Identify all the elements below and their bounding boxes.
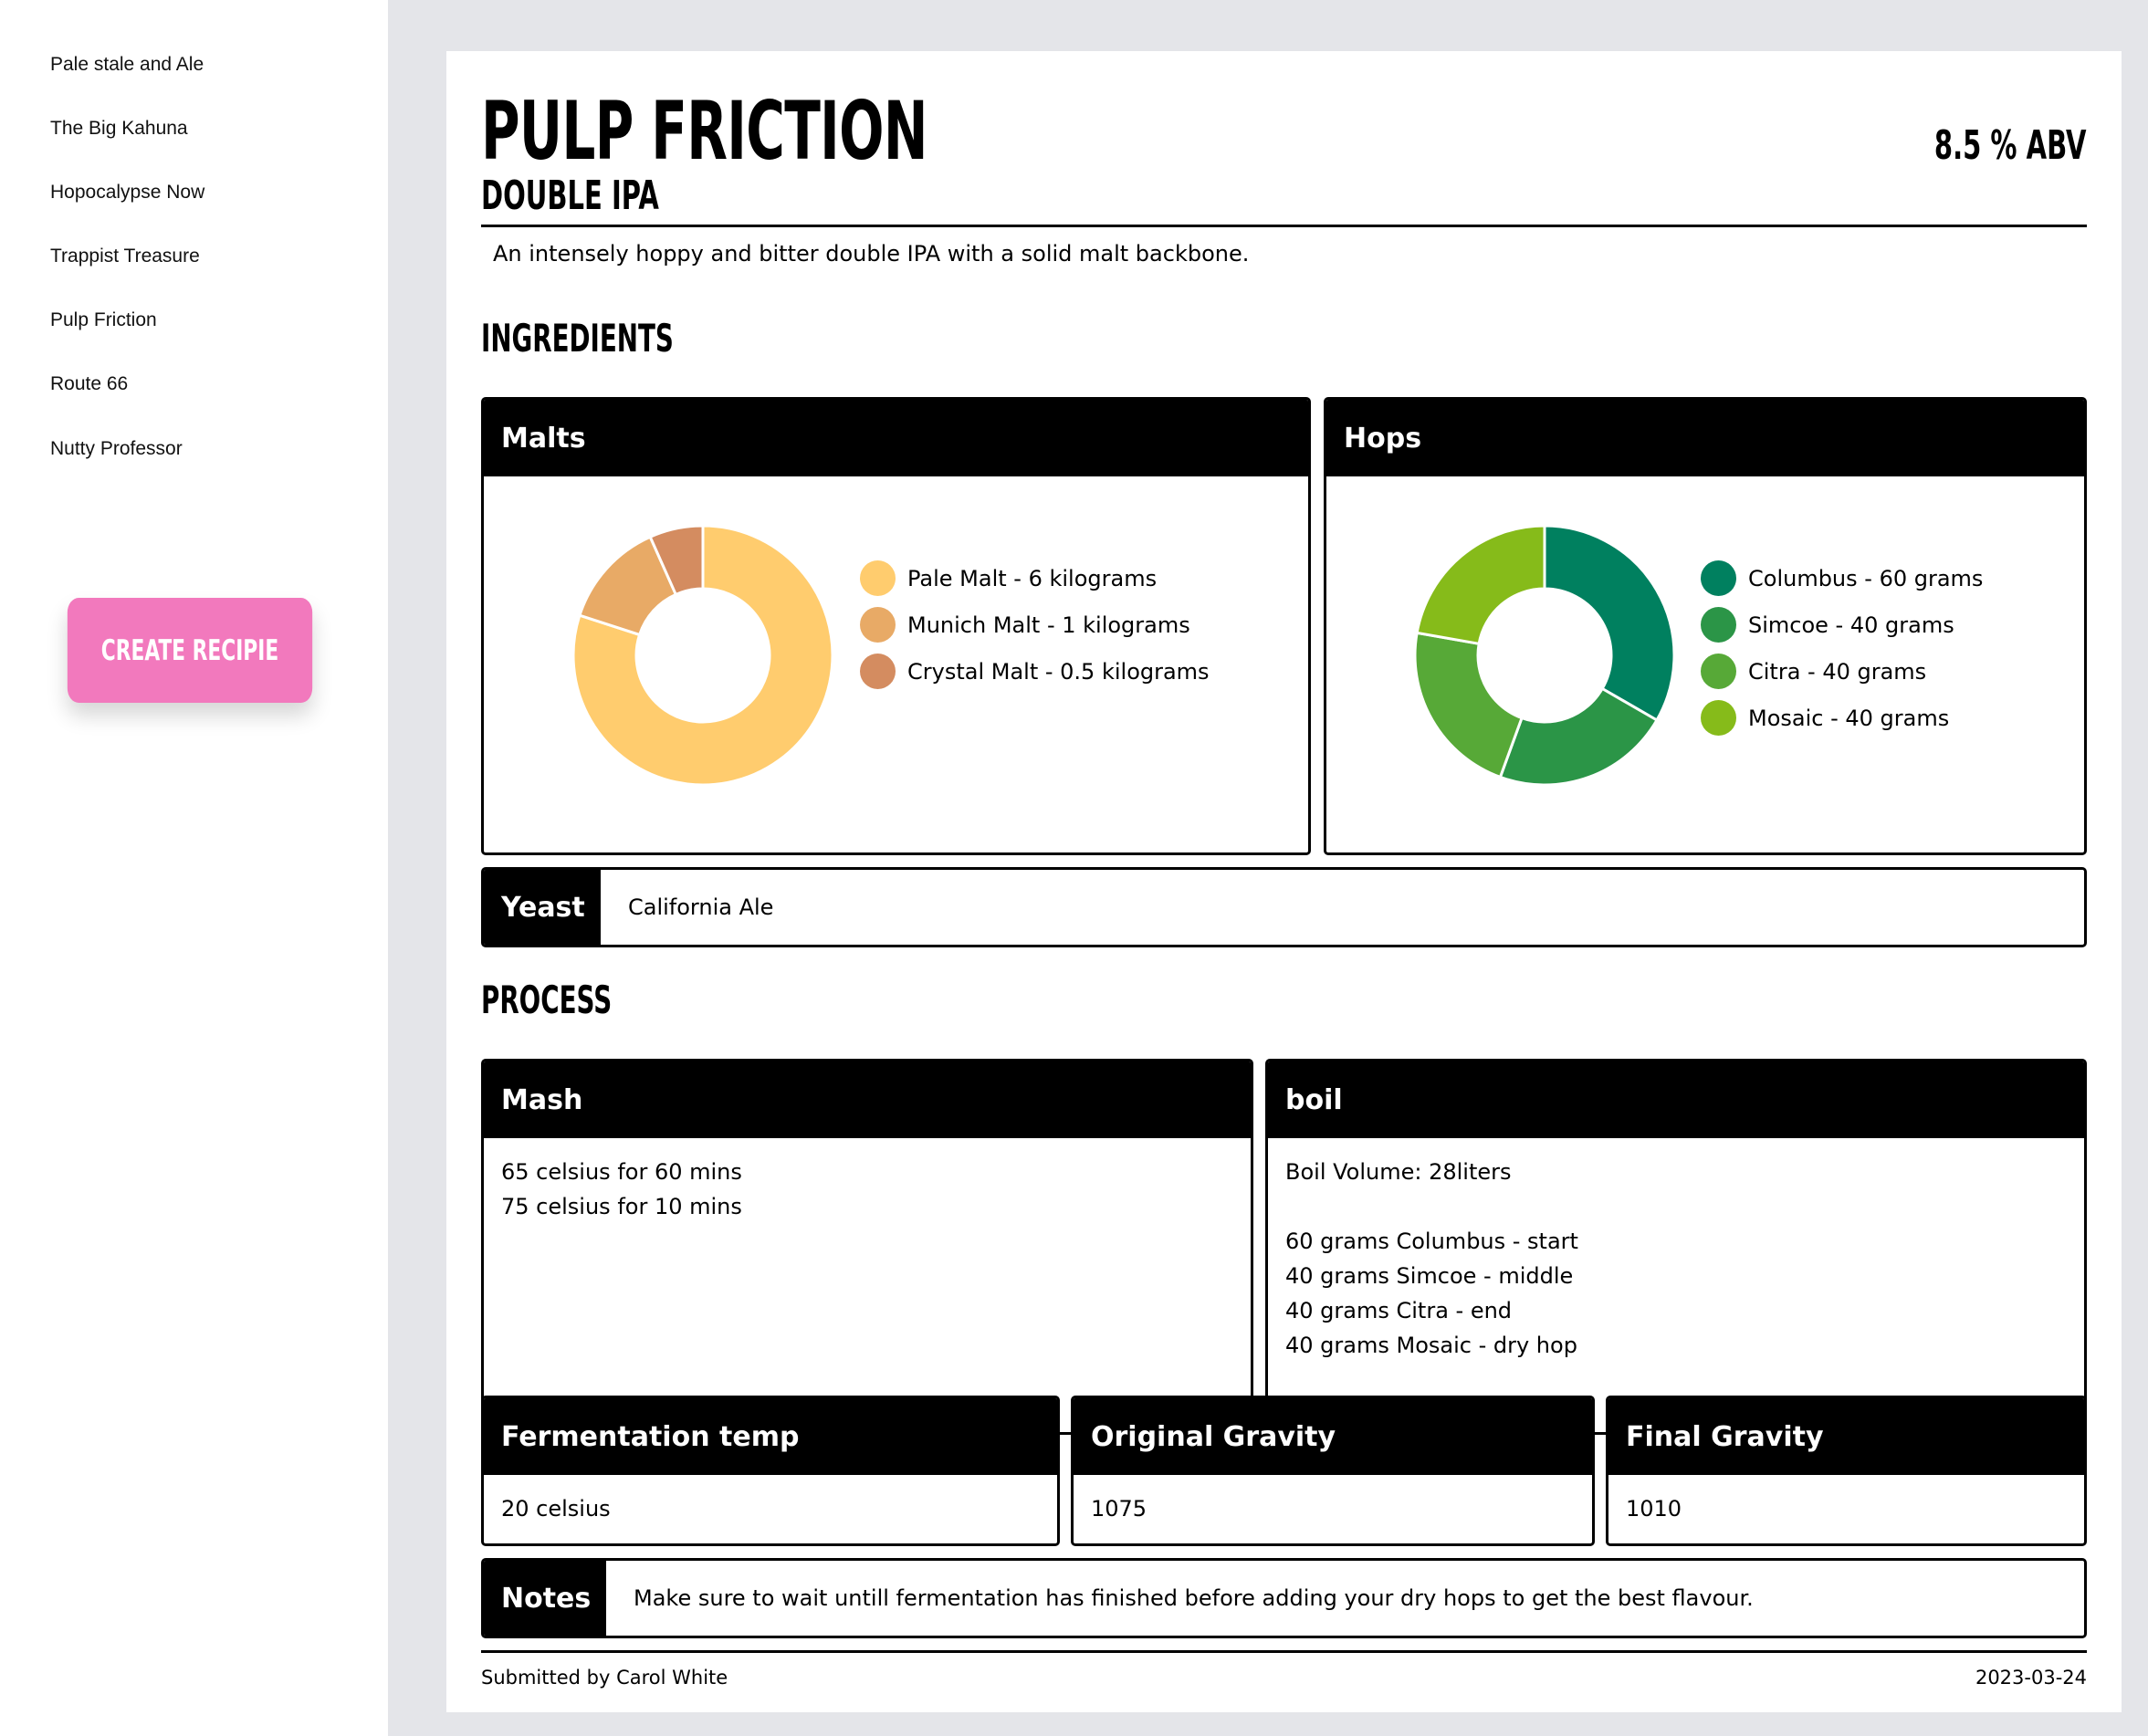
yeast-label: Yeast — [484, 870, 601, 945]
footer-divider — [481, 1650, 2087, 1653]
sidebar: Pale stale and Ale The Big Kahuna Hopoca… — [0, 0, 388, 1736]
legend-label: Munich Malt - 1 kilograms — [907, 612, 1190, 638]
legend-label: Pale Malt - 6 kilograms — [907, 565, 1158, 591]
yeast-value: California Ale — [628, 894, 774, 920]
sidebar-item-pulp-friction[interactable]: Pulp Friction — [50, 309, 157, 331]
mash-step: 75 celsius for 10 mins — [501, 1194, 742, 1219]
boil-panel: boil Boil Volume: 28liters 60 grams Colu… — [1265, 1059, 2087, 1435]
legend-label: Columbus - 60 grams — [1748, 565, 1984, 591]
boil-panel-title: boil — [1268, 1061, 2084, 1138]
legend-swatch — [860, 560, 896, 596]
sidebar-item-pale-stale-and-ale[interactable]: Pale stale and Ale — [50, 54, 204, 76]
mash-panel-title: Mash — [484, 1061, 1251, 1138]
process-heading: PROCESS — [481, 978, 613, 1022]
beer-style: DOUBLE IPA — [481, 173, 659, 219]
malts-panel: Malts Pale Malt - 6 kilograms Munich Mal… — [481, 397, 1311, 855]
notes-panel: Notes Make sure to wait untill fermentat… — [481, 1558, 2087, 1638]
hops-panel: Hops Columbus - 60 grams Simcoe - 40 gra… — [1324, 397, 2087, 855]
fermentation-panel: Fermentation temp 20 celsius — [481, 1396, 1060, 1546]
original-gravity-panel: Original Gravity 1075 — [1071, 1396, 1595, 1546]
submitted-by: Submitted by Carol White — [481, 1667, 728, 1689]
legend-label: Citra - 40 grams — [1748, 658, 1927, 685]
mash-step: 65 celsius for 60 mins — [501, 1159, 742, 1185]
recipe-title: PULP FRICTION — [481, 84, 927, 178]
boil-addition: 40 grams Simcoe - middle — [1285, 1263, 1574, 1289]
legend-swatch — [860, 654, 896, 689]
legend-swatch — [1701, 700, 1736, 736]
hops-slice-3 — [1415, 524, 1546, 646]
mash-panel: Mash 65 celsius for 60 mins 75 celsius f… — [481, 1059, 1253, 1435]
create-recipe-button-label: CREATE RECIPIE — [100, 633, 279, 667]
fermentation-value: 20 celsius — [501, 1496, 611, 1522]
notes-value: Make sure to wait untill fermentation ha… — [634, 1585, 1754, 1611]
legend-swatch — [1701, 560, 1736, 596]
sidebar-item-the-big-kahuna[interactable]: The Big Kahuna — [50, 118, 188, 140]
original-gravity-value: 1075 — [1091, 1496, 1147, 1522]
create-recipe-button[interactable]: CREATE RECIPIE — [67, 598, 313, 703]
fermentation-panel-title: Fermentation temp — [484, 1398, 1057, 1475]
legend-swatch — [1701, 607, 1736, 643]
original-gravity-title: Original Gravity — [1074, 1398, 1592, 1475]
final-gravity-value: 1010 — [1626, 1496, 1682, 1522]
hops-slice-0 — [1543, 524, 1676, 723]
hops-panel-title: Hops — [1326, 400, 2084, 476]
sidebar-item-trappist-treasure[interactable]: Trappist Treasure — [50, 246, 200, 267]
recipe-description: An intensely hoppy and bitter double IPA… — [493, 241, 1250, 267]
final-gravity-panel: Final Gravity 1010 — [1606, 1396, 2087, 1546]
submitted-date: 2023-03-24 — [1975, 1667, 2087, 1689]
boil-addition: 40 grams Citra - end — [1285, 1298, 1513, 1323]
legend-swatch — [1701, 654, 1736, 689]
legend-label: Crystal Malt - 0.5 kilograms — [907, 658, 1210, 685]
recipe-card: PULP FRICTION 8.5 % ABV DOUBLE IPA An in… — [446, 51, 2122, 1712]
yeast-panel: Yeast California Ale — [481, 867, 2087, 947]
legend-swatch — [860, 607, 896, 643]
legend-item-citra: Citra - 40 grams — [1701, 654, 1926, 689]
sidebar-item-hopocalypse-now[interactable]: Hopocalypse Now — [50, 182, 204, 204]
legend-label: Mosaic - 40 grams — [1748, 705, 1950, 731]
notes-label: Notes — [484, 1561, 606, 1636]
legend-item-mosaic: Mosaic - 40 grams — [1701, 700, 1949, 736]
malts-panel-title: Malts — [484, 400, 1308, 476]
header-divider — [481, 225, 2087, 227]
sidebar-item-route-66[interactable]: Route 66 — [50, 373, 128, 395]
mash-steps: 65 celsius for 60 mins 75 celsius for 10… — [484, 1138, 1251, 1240]
legend-item-simcoe: Simcoe - 40 grams — [1701, 607, 1954, 643]
hops-slice-2 — [1413, 631, 1524, 779]
abv-value: 8.5 % ABV — [1934, 122, 2087, 169]
boil-details: Boil Volume: 28liters 60 grams Columbus … — [1268, 1138, 2084, 1379]
boil-addition: 60 grams Columbus - start — [1285, 1229, 1578, 1254]
boil-volume: Boil Volume: 28liters — [1285, 1159, 1512, 1185]
boil-addition: 40 grams Mosaic - dry hop — [1285, 1333, 1577, 1358]
sidebar-item-nutty-professor[interactable]: Nutty Professor — [50, 438, 183, 460]
legend-label: Simcoe - 40 grams — [1748, 612, 1954, 638]
final-gravity-title: Final Gravity — [1608, 1398, 2084, 1475]
ingredients-heading: INGREDIENTS — [481, 316, 674, 361]
legend-item-munich-malt: Munich Malt - 1 kilograms — [860, 607, 1190, 643]
legend-item-columbus: Columbus - 60 grams — [1701, 560, 1983, 596]
hops-donut-chart — [1413, 524, 1676, 787]
malts-donut-chart — [571, 524, 834, 787]
legend-item-pale-malt: Pale Malt - 6 kilograms — [860, 560, 1157, 596]
legend-item-crystal-malt: Crystal Malt - 0.5 kilograms — [860, 654, 1210, 689]
